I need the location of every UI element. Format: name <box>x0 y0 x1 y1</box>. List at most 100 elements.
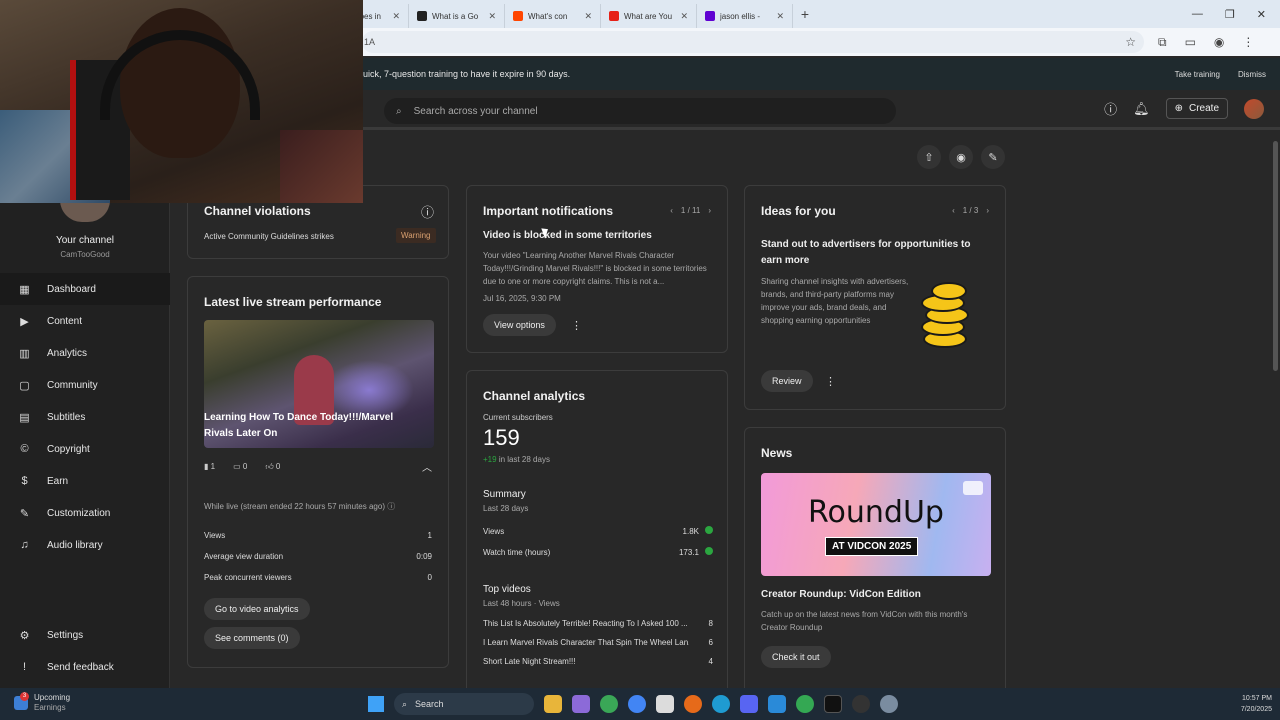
chrome-active-icon[interactable] <box>796 695 814 713</box>
tab-close-icon[interactable]: ✕ <box>680 11 688 22</box>
top-videos-heading: Top videos <box>483 584 531 595</box>
clock-date: 7/20/2025 <box>1240 706 1272 713</box>
sidebar-bottom: ⚙ Settings ! Send feedback <box>0 619 170 683</box>
sidebar-item-analytics[interactable]: ▥ Analytics <box>0 337 170 369</box>
stream-title[interactable]: Learning How To Dance Today!!!/Marvel Ri… <box>204 410 404 442</box>
start-icon[interactable] <box>368 696 384 712</box>
see-comments-button[interactable]: See comments (0) <box>204 627 300 649</box>
obs-icon[interactable] <box>852 695 870 713</box>
sidebar-item-subtitles[interactable]: ▤ Subtitles <box>0 401 170 433</box>
sidebar-item-earn[interactable]: $ Earn <box>0 465 170 497</box>
sidebar-item-audio-library[interactable]: ♫ Audio library <box>0 529 170 561</box>
create-post-icon[interactable]: ✎ <box>981 145 1005 169</box>
tab-close-icon[interactable]: ✕ <box>392 11 400 22</box>
idea-headline: Stand out to advertisers for opportuniti… <box>761 239 971 266</box>
check-it-out-button[interactable]: Check it out <box>761 646 831 668</box>
browser-tab[interactable]: jason ellis - ✕ <box>697 4 793 28</box>
edge-icon[interactable] <box>712 695 730 713</box>
file-explorer-icon[interactable] <box>544 695 562 713</box>
menu-dots-icon[interactable]: ⋮ <box>1242 35 1254 50</box>
sidebar-item-dashboard[interactable]: ▦ Dashboard <box>0 273 170 305</box>
take-training-button[interactable]: Take training <box>1169 65 1226 84</box>
idea-body: Sharing channel insights with advertiser… <box>761 277 909 325</box>
sidebar-item-settings[interactable]: ⚙ Settings <box>0 619 170 651</box>
stat-row: Views 1.8K <box>483 526 713 536</box>
collapse-chevron-icon[interactable]: ︿ <box>422 459 432 474</box>
subscribers-count: 159 <box>483 425 520 450</box>
chrome-alt-icon[interactable] <box>628 695 646 713</box>
tab-close-icon[interactable]: ✕ <box>776 11 784 22</box>
scrollbar[interactable] <box>1273 141 1278 371</box>
taskbar-search[interactable]: ⌕ Search <box>394 693 534 715</box>
stat-value: 1 <box>427 531 432 540</box>
news-image[interactable]: RoundUp AT VIDCON 2025 <box>761 473 991 576</box>
stat-value: 8 <box>708 619 713 628</box>
more-options-icon[interactable]: ⋮ <box>825 375 836 388</box>
stat-value: 173.1 <box>679 547 713 557</box>
chrome-icon[interactable] <box>600 695 618 713</box>
stat-label: Short Late Night Stream!!! <box>483 657 576 666</box>
likes-stat: 👍︎ 0 <box>265 462 281 471</box>
copilot-icon[interactable] <box>572 695 590 713</box>
close-window-icon[interactable]: ✕ <box>1257 8 1266 21</box>
tab-close-icon[interactable]: ✕ <box>584 11 592 22</box>
upload-icon[interactable]: ⇧ <box>917 145 941 169</box>
taskbar-clock[interactable]: 10:57 PM 7/20/2025 <box>1241 693 1272 715</box>
sidebar-item-community[interactable]: ▢ Community <box>0 369 170 401</box>
browser-tab[interactable]: What are You ✕ <box>601 4 697 28</box>
extensions-icon[interactable]: ⧉ <box>1158 35 1167 50</box>
restore-icon[interactable]: ❐ <box>1225 8 1235 21</box>
discord-icon[interactable] <box>740 695 758 713</box>
dismiss-button[interactable]: Dismiss <box>1232 65 1272 84</box>
stat-label: Watch time (hours) <box>483 547 551 557</box>
channel-avatar[interactable] <box>60 200 110 222</box>
browser-tab[interactable]: What's con ✕ <box>505 4 601 28</box>
help-icon[interactable]: ⓘ <box>421 202 434 221</box>
widgets-button[interactable]: 3 Upcoming Earnings <box>14 692 70 713</box>
comments-stat: ▭ 0 <box>233 462 248 471</box>
sidebar-item-content[interactable]: ▶ Content <box>0 305 170 337</box>
create-button[interactable]: ⊕ Create <box>1165 98 1228 119</box>
sidebar-item-copyright[interactable]: © Copyright <box>0 433 170 465</box>
split-view-icon[interactable]: ▭ <box>1185 35 1196 50</box>
browser-tab[interactable]: What is a Go ✕ <box>409 4 505 28</box>
app-orange-icon[interactable] <box>684 695 702 713</box>
store-icon[interactable] <box>768 695 786 713</box>
card-title: Channel analytics <box>483 389 586 403</box>
terminal-icon[interactable] <box>824 695 842 713</box>
review-button[interactable]: Review <box>761 370 813 392</box>
analytics-icon: ▥ <box>19 347 30 360</box>
prev-icon[interactable]: ‹ <box>670 206 673 215</box>
news-card: News RoundUp AT VIDCON 2025 Creator Roun… <box>744 427 1006 688</box>
card-title: News <box>761 446 793 460</box>
next-icon[interactable]: › <box>708 206 711 215</box>
notifications-bell-icon[interactable]: 🔔︎ <box>1133 101 1150 117</box>
more-options-icon[interactable]: ⋮ <box>571 319 582 332</box>
account-avatar[interactable] <box>1244 98 1264 119</box>
next-icon[interactable]: › <box>986 206 989 215</box>
customization-icon: ✎ <box>19 507 30 520</box>
document-icon[interactable] <box>656 695 674 713</box>
go-live-icon[interactable]: ◉ <box>949 145 973 169</box>
search-placeholder: Search across your channel <box>413 105 538 117</box>
sidebar-item-customization[interactable]: ✎ Customization <box>0 497 170 529</box>
news-image-sub: AT VIDCON 2025 <box>825 537 919 556</box>
view-options-button[interactable]: View options <box>483 314 556 336</box>
help-icon[interactable]: ⓘ <box>1104 99 1117 118</box>
go-to-video-analytics-button[interactable]: Go to video analytics <box>204 598 310 620</box>
address-bar[interactable]: 1A ☆ <box>362 31 1144 53</box>
prev-icon[interactable]: ‹ <box>952 206 955 215</box>
help-icon[interactable]: ⓘ <box>387 502 395 511</box>
search-input[interactable]: ⌕ Search across your channel <box>384 98 896 124</box>
your-channel-label[interactable]: Your channel <box>0 235 170 246</box>
minimize-icon[interactable]: — <box>1192 8 1203 21</box>
windows-taskbar: 3 Upcoming Earnings ⌕ Search 10:57 PM 7/… <box>0 688 1280 720</box>
bookmark-star-icon[interactable]: ☆ <box>1125 35 1144 49</box>
new-tab-button[interactable]: + <box>793 6 817 22</box>
sidebar-item-feedback[interactable]: ! Send feedback <box>0 651 170 683</box>
coin-stack-icon <box>917 282 981 352</box>
top-videos-period: Last 48 hours · Views <box>483 599 560 608</box>
settings-icon[interactable] <box>880 695 898 713</box>
tab-close-icon[interactable]: ✕ <box>488 11 496 22</box>
profile-icon[interactable]: ◉ <box>1214 35 1224 50</box>
